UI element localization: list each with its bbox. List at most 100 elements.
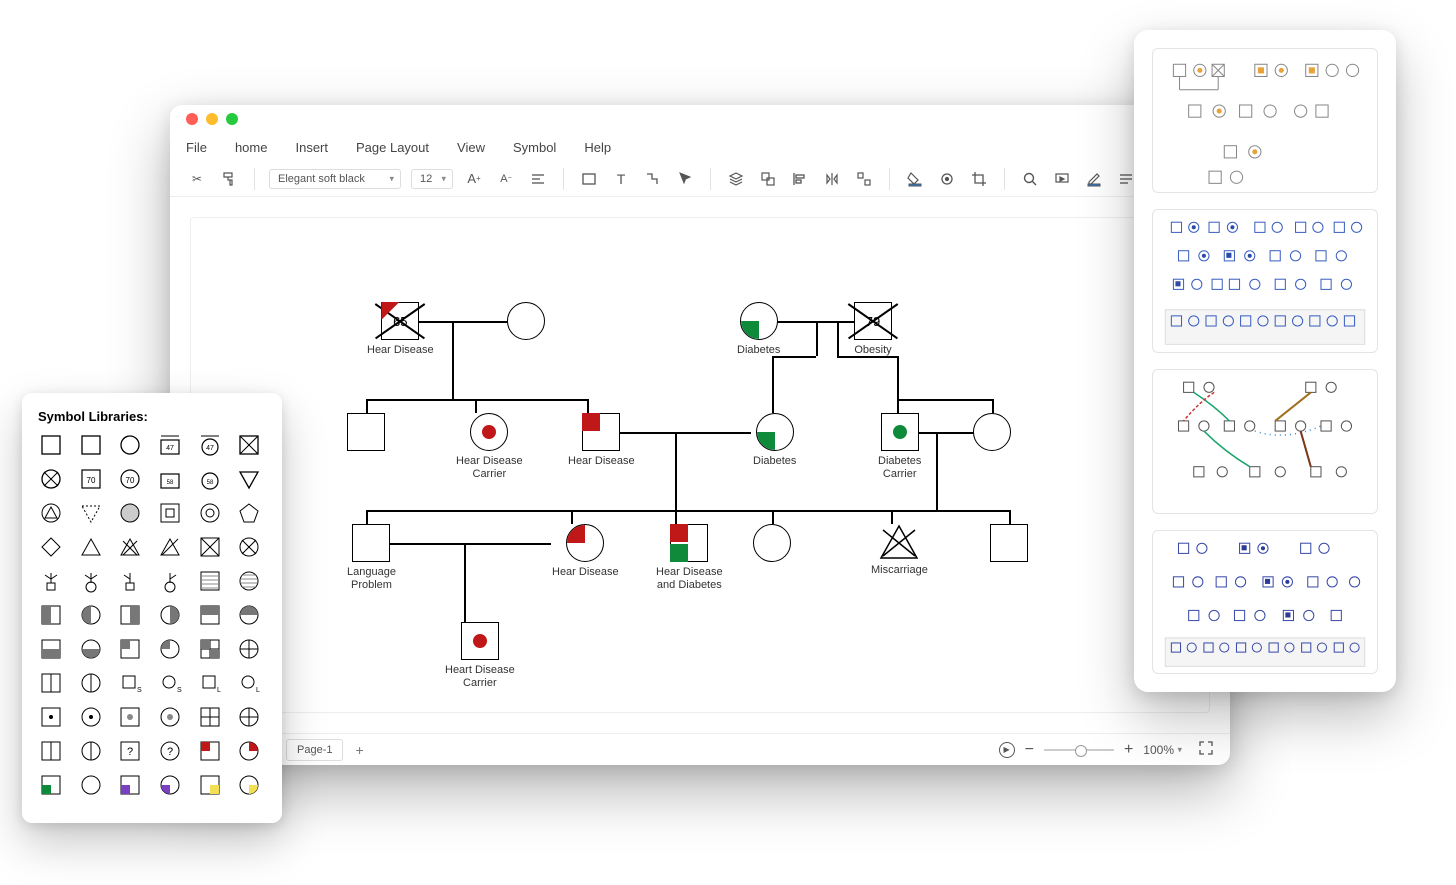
symbol-grid-cir[interactable]	[236, 704, 262, 730]
zoom-in-button[interactable]: +	[1124, 741, 1133, 759]
node-language-problem[interactable]: Language Problem	[347, 524, 396, 592]
symbol-circle-x-2[interactable]	[236, 534, 262, 560]
symbol-red-tl-sq[interactable]	[197, 738, 223, 764]
symbol-half-left-sq[interactable]	[38, 602, 64, 628]
node-hear-disease-and-diabetes[interactable]: Hear Disease and Diabetes	[656, 524, 723, 592]
symbol-square-2[interactable]	[78, 432, 104, 458]
menu-home[interactable]: home	[235, 136, 268, 159]
rectangle-tool-icon[interactable]	[578, 168, 600, 190]
play-icon[interactable]: ▶	[999, 742, 1015, 758]
symbol-red-tr-cir[interactable]	[236, 738, 262, 764]
connector-tool-icon[interactable]	[642, 168, 664, 190]
symbol-outline-cir-2[interactable]	[78, 772, 104, 798]
add-page-button[interactable]: +	[349, 740, 369, 760]
symbol-date-square-2[interactable]: 58	[157, 466, 183, 492]
node-heart-disease-carrier[interactable]: Heart Disease Carrier	[445, 622, 515, 690]
symbol-circle-triangle[interactable]	[38, 500, 64, 526]
menu-help[interactable]: Help	[584, 136, 611, 159]
node-female-unmarked[interactable]	[507, 302, 545, 340]
template-thumbnail-4[interactable]	[1152, 530, 1378, 675]
search-icon[interactable]	[1019, 168, 1041, 190]
symbol-date-square[interactable]: 47	[157, 432, 183, 458]
symbol-purple-q-sq[interactable]	[117, 772, 143, 798]
presentation-icon[interactable]	[1051, 168, 1073, 190]
symbol-grid-sq[interactable]	[197, 704, 223, 730]
symbol-dot-sq[interactable]	[38, 704, 64, 730]
symbol-tree-2[interactable]	[78, 568, 104, 594]
symbol-pentagon[interactable]	[236, 500, 262, 526]
pen-underline-icon[interactable]	[1083, 168, 1105, 190]
fill-color-icon[interactable]	[904, 168, 926, 190]
crop-icon[interactable]	[968, 168, 990, 190]
template-thumbnail-2[interactable]	[1152, 209, 1378, 354]
symbol-half-top-sq[interactable]	[197, 602, 223, 628]
decrease-font-icon[interactable]: A−	[495, 168, 517, 190]
node-female-unmarked-2[interactable]	[973, 413, 1011, 451]
symbol-triangle-x[interactable]	[117, 534, 143, 560]
template-thumbnail-1[interactable]	[1152, 48, 1378, 193]
line-style-icon[interactable]	[936, 168, 958, 190]
symbol-half-left-sq-2[interactable]	[38, 738, 64, 764]
symbol-tree-1[interactable]	[38, 568, 64, 594]
symbol-dot-sq-g[interactable]	[117, 704, 143, 730]
symbol-yellow-q-cir[interactable]	[236, 772, 262, 798]
flip-horizontal-icon[interactable]	[821, 168, 843, 190]
window-close-button[interactable]	[186, 113, 198, 125]
node-male-unmarked-2[interactable]	[990, 524, 1028, 562]
symbol-tree-4[interactable]	[157, 568, 183, 594]
menu-symbol[interactable]: Symbol	[513, 136, 556, 159]
group-icon[interactable]	[757, 168, 779, 190]
window-zoom-button[interactable]	[226, 113, 238, 125]
symbol-triangle-down[interactable]	[236, 466, 262, 492]
symbol-circle-x[interactable]	[38, 466, 64, 492]
zoom-slider[interactable]	[1044, 749, 1114, 751]
node-hear-disease-carrier-f[interactable]: Hear Disease Carrier	[456, 413, 523, 481]
node-diabetes-female[interactable]: Diabetes	[737, 302, 780, 357]
symbol-square-inner[interactable]	[157, 500, 183, 526]
canvas[interactable]: 65 Hear Disease Diabetes 79 Obesity	[190, 217, 1210, 713]
symbol-triangle[interactable]	[78, 534, 104, 560]
node-diabetes-carrier-m[interactable]: Diabetes Carrier	[878, 413, 921, 481]
symbol-half-left-cir[interactable]	[78, 602, 104, 628]
menu-view[interactable]: View	[457, 136, 485, 159]
menu-page-layout[interactable]: Page Layout	[356, 136, 429, 159]
pointer-tool-icon[interactable]	[674, 168, 696, 190]
menu-file[interactable]: File	[186, 136, 207, 159]
symbol-half-right-cir[interactable]	[157, 602, 183, 628]
menu-insert[interactable]: Insert	[295, 136, 328, 159]
symbol-dot-cir[interactable]	[78, 704, 104, 730]
symbol-four-sq[interactable]	[197, 636, 223, 662]
symbol-diamond[interactable]	[38, 534, 64, 560]
symbol-q-cir[interactable]: ?	[157, 738, 183, 764]
symbol-square-hatch[interactable]	[197, 568, 223, 594]
cut-icon[interactable]: ✂	[186, 168, 208, 190]
zoom-out-button[interactable]: −	[1025, 741, 1034, 759]
symbol-age-square[interactable]: 70	[78, 466, 104, 492]
node-female-unmarked-3[interactable]	[753, 524, 791, 562]
format-painter-icon[interactable]	[218, 168, 240, 190]
symbol-purple-q-cir[interactable]	[157, 772, 183, 798]
symbol-half-right-sq[interactable]	[117, 602, 143, 628]
symbol-green-bl-sq[interactable]	[38, 772, 64, 798]
node-hear-disease-m[interactable]: Hear Disease	[568, 413, 635, 468]
symbol-half-left-cir-2[interactable]	[78, 738, 104, 764]
window-minimize-button[interactable]	[206, 113, 218, 125]
page-tab[interactable]: Page-1	[286, 739, 343, 761]
symbol-half-bottom-sq[interactable]	[38, 636, 64, 662]
symbol-split-sq[interactable]	[38, 670, 64, 696]
template-thumbnail-3[interactable]	[1152, 369, 1378, 514]
fullscreen-icon[interactable]	[1198, 740, 1214, 759]
layers-icon[interactable]	[725, 168, 747, 190]
node-miscarriage[interactable]: Miscarriage	[871, 524, 928, 577]
node-diabetes-f2[interactable]: Diabetes	[753, 413, 796, 468]
symbol-circle-inner[interactable]	[197, 500, 223, 526]
symbol-small-cir-s[interactable]: S	[157, 670, 183, 696]
symbol-four-cir[interactable]	[236, 636, 262, 662]
symbol-circle[interactable]	[117, 432, 143, 458]
symbol-small-sq-l[interactable]: L	[197, 670, 223, 696]
text-tool-icon[interactable]: T	[610, 168, 632, 190]
node-hear-disease-f[interactable]: Hear Disease	[552, 524, 619, 579]
font-size-select[interactable]: 12	[411, 169, 453, 189]
symbol-half-top-cir[interactable]	[236, 602, 262, 628]
symbol-date-circle[interactable]: 47	[197, 432, 223, 458]
